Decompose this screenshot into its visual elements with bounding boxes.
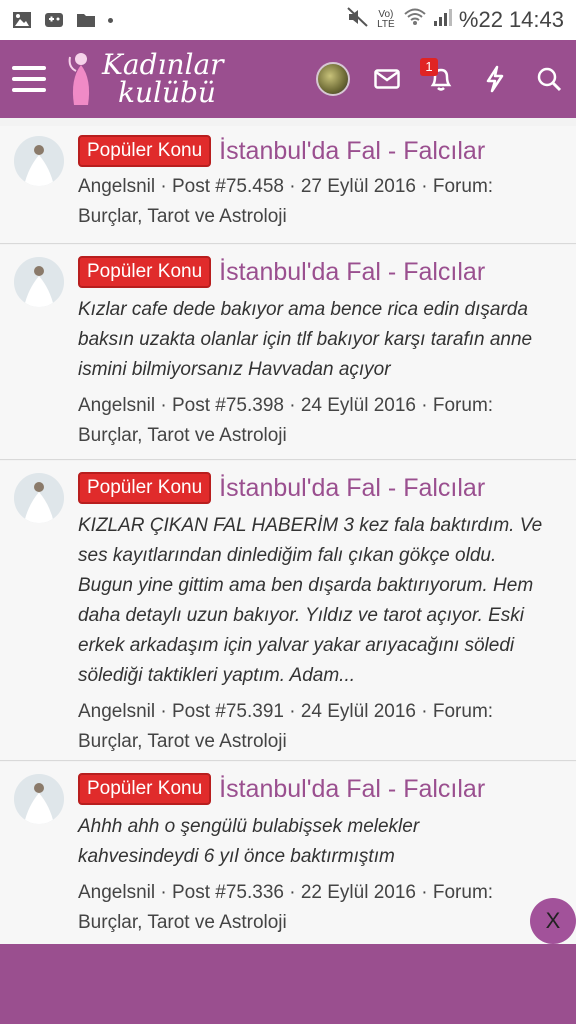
signal-icon bbox=[433, 7, 453, 33]
snippet-line: baksın uzakta olanlar için tlf bakıyor k… bbox=[78, 329, 533, 350]
post-snippet: KIZLAR ÇIKAN FAL HABERİM 3 kez fala bakt… bbox=[78, 511, 562, 691]
snippet-line: Bugun yine gittim ama ben dışarda baktır… bbox=[78, 575, 534, 596]
post-meta: Angelsnil · Post #75.458 · 27 Eylül 2016… bbox=[78, 172, 562, 232]
inbox-button[interactable] bbox=[360, 40, 414, 118]
post-meta-line2[interactable]: Burçlar, Tarot ve Astroloji bbox=[78, 908, 562, 938]
post-meta: Angelsnil · Post #75.391 · 24 Eylül 2016… bbox=[78, 697, 562, 757]
folder-icon bbox=[76, 11, 96, 29]
avatar[interactable] bbox=[14, 257, 64, 307]
thread-title-link[interactable]: İstanbul'da Fal - Falcılar bbox=[219, 775, 485, 804]
snippet-line: Ahhh ahh o şengülü bulabişsek melekler bbox=[78, 816, 420, 837]
mail-icon bbox=[374, 69, 400, 89]
ad-banner[interactable] bbox=[0, 944, 576, 1024]
battery-level: %22 bbox=[458, 7, 503, 32]
snippet-line: kahvesindeydi 6 yıl önce baktırmıştım bbox=[78, 846, 395, 867]
bolt-icon bbox=[486, 65, 504, 93]
popular-topic-badge: Popüler Konu bbox=[78, 135, 212, 167]
popular-topic-badge: Popüler Konu bbox=[78, 773, 212, 805]
snippet-line: Kızlar cafe dede bakıyor ama bence rica … bbox=[78, 299, 528, 320]
popular-topic-badge: Popüler Konu bbox=[78, 472, 212, 504]
whats-new-button[interactable] bbox=[468, 40, 522, 118]
post-meta-line2[interactable]: Burçlar, Tarot ve Astroloji bbox=[78, 421, 562, 451]
site-logo[interactable]: Kadınlar kulübü bbox=[66, 49, 224, 109]
post-snippet: Ahhh ahh o şengülü bulabişsek melekler k… bbox=[78, 812, 562, 872]
post-meta: Angelsnil · Post #75.336 · 22 Eylül 2016… bbox=[78, 878, 562, 938]
notification-badge: 1 bbox=[420, 58, 438, 76]
mute-icon bbox=[347, 7, 369, 33]
list-item[interactable]: Popüler Konu İstanbul'da Fal - Falcılar … bbox=[0, 245, 576, 460]
image-icon bbox=[12, 11, 32, 29]
clock: 14:43 bbox=[508, 7, 564, 32]
network-label: Vo) LTE bbox=[377, 9, 395, 30]
post-meta: Angelsnil · Post #75.398 · 24 Eylül 2016… bbox=[78, 391, 562, 451]
search-results-list: Popüler Konu İstanbul'da Fal - Falcılar … bbox=[0, 118, 576, 944]
close-ad-button[interactable]: X bbox=[530, 898, 576, 944]
snippet-line: erkek arkadaşım için yalvar yakar arıyac… bbox=[78, 635, 515, 656]
post-meta-line1[interactable]: Angelsnil · Post #75.336 · 22 Eylül 2016… bbox=[78, 878, 562, 908]
logo-figure-icon bbox=[68, 53, 90, 105]
status-bar: Vo) LTE %22 14:43 bbox=[0, 0, 576, 40]
thread-title-link[interactable]: İstanbul'da Fal - Falcılar bbox=[219, 137, 485, 166]
search-icon bbox=[537, 67, 562, 92]
post-meta-line1[interactable]: Angelsnil · Post #75.458 · 27 Eylül 2016… bbox=[78, 172, 562, 202]
thread-title-link[interactable]: İstanbul'da Fal - Falcılar bbox=[219, 474, 485, 503]
alerts-button[interactable]: 1 bbox=[414, 40, 468, 118]
logo-text-line1: Kadınlar bbox=[102, 48, 224, 81]
dot-icon bbox=[108, 17, 113, 23]
menu-icon[interactable] bbox=[0, 40, 58, 118]
snippet-line: sölediği taktikleri yaptım. Adam... bbox=[78, 665, 356, 686]
user-avatar-button[interactable] bbox=[306, 40, 360, 118]
snippet-line: ses kayıtlarından dinlediğim falı çıkan … bbox=[78, 545, 497, 566]
logo-text-line2: kulübü bbox=[118, 76, 216, 109]
snippet-line: ismini bilmiyorsanız Havvadan açıyor bbox=[78, 359, 391, 380]
gamepad-icon bbox=[44, 11, 64, 29]
post-meta-line1[interactable]: Angelsnil · Post #75.391 · 24 Eylül 2016… bbox=[78, 697, 562, 727]
post-snippet: Kızlar cafe dede bakıyor ama bence rica … bbox=[78, 295, 562, 385]
thread-title-link[interactable]: İstanbul'da Fal - Falcılar bbox=[219, 258, 485, 287]
search-button[interactable] bbox=[522, 40, 576, 118]
list-item[interactable]: Popüler Konu İstanbul'da Fal - Falcılar … bbox=[0, 762, 576, 944]
popular-topic-badge: Popüler Konu bbox=[78, 256, 212, 288]
post-meta-line2[interactable]: Burçlar, Tarot ve Astroloji bbox=[78, 202, 562, 232]
snippet-line: daha detaylı uzun bakıyor. Yıldız ve tar… bbox=[78, 605, 525, 626]
avatar bbox=[316, 62, 350, 96]
post-meta-line2[interactable]: Burçlar, Tarot ve Astroloji bbox=[78, 727, 562, 757]
post-meta-line1[interactable]: Angelsnil · Post #75.398 · 24 Eylül 2016… bbox=[78, 391, 562, 421]
avatar[interactable] bbox=[14, 774, 64, 824]
list-item[interactable]: Popüler Konu İstanbul'da Fal - Falcılar … bbox=[0, 461, 576, 761]
avatar[interactable] bbox=[14, 136, 64, 186]
avatar[interactable] bbox=[14, 473, 64, 523]
list-item[interactable]: Popüler Konu İstanbul'da Fal - Falcılar … bbox=[0, 126, 576, 244]
snippet-line: KIZLAR ÇIKAN FAL HABERİM 3 kez fala bakt… bbox=[78, 515, 543, 536]
app-header: Kadınlar kulübü 1 bbox=[0, 40, 576, 118]
wifi-icon bbox=[403, 7, 427, 33]
